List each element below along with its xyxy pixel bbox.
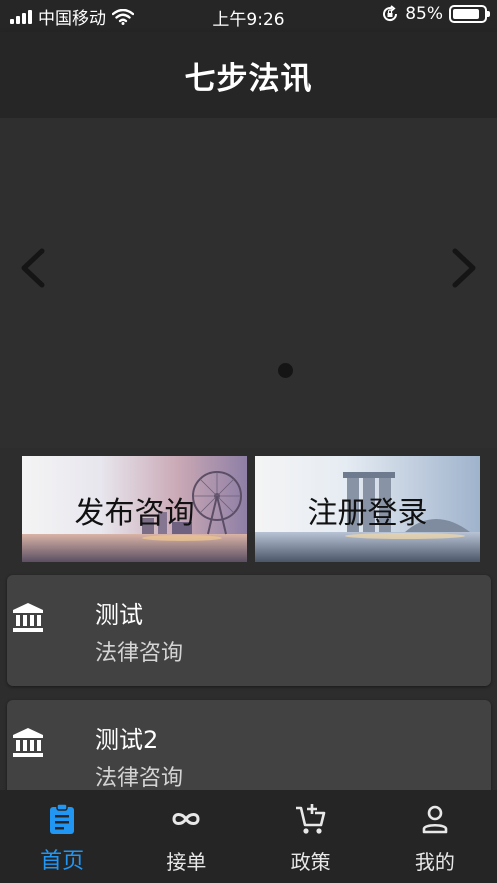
banner-label: 注册登录	[307, 496, 428, 531]
item-title: 测试2	[95, 726, 159, 754]
item-title: 测试	[95, 601, 143, 629]
page-title: 七步法讯	[184, 60, 313, 97]
tab-policy[interactable]: 政策	[249, 790, 373, 883]
tab-label: 我的	[414, 850, 455, 874]
tab-label: 首页	[40, 849, 85, 874]
banner-carousel[interactable]	[0, 118, 497, 448]
item-subtitle: 法律咨询	[95, 766, 184, 791]
register-login-banner[interactable]: 注册登录	[255, 456, 480, 562]
tab-label: 政策	[290, 850, 331, 874]
nav-bar: 七步法讯	[0, 32, 497, 118]
tab-home[interactable]: 首页	[0, 790, 124, 883]
banner-label: 发布咨询	[74, 496, 195, 531]
person-icon	[422, 805, 448, 834]
battery-icon	[449, 5, 490, 23]
tab-label: 接单	[166, 850, 207, 874]
tab-orders[interactable]: 接单	[124, 790, 248, 883]
court-building-icon	[13, 728, 43, 757]
bottom-tab-bar: 首页 接单 政策 我的	[0, 790, 497, 883]
court-building-icon	[13, 603, 43, 632]
list-item[interactable]: 测试2 法律咨询	[7, 700, 491, 800]
tab-mine[interactable]: 我的	[373, 790, 497, 883]
list-item[interactable]: 测试 法律咨询	[7, 575, 491, 686]
cart-plus-icon	[295, 804, 325, 834]
orientation-lock-icon	[383, 5, 398, 22]
publish-consult-banner[interactable]: 发布咨询	[22, 456, 247, 562]
status-right: 85%	[381, 4, 490, 24]
clipboard-icon	[50, 803, 75, 834]
infinity-icon	[172, 813, 200, 825]
chevron-right-icon[interactable]	[443, 243, 483, 293]
carousel-page-dot[interactable]	[278, 363, 293, 378]
item-subtitle: 法律咨询	[95, 641, 184, 666]
battery-fill	[453, 9, 479, 19]
status-bar: 中国移动 上午9:26 85%	[0, 0, 497, 32]
chevron-left-icon[interactable]	[14, 243, 54, 293]
battery-percent: 85%	[405, 4, 443, 24]
